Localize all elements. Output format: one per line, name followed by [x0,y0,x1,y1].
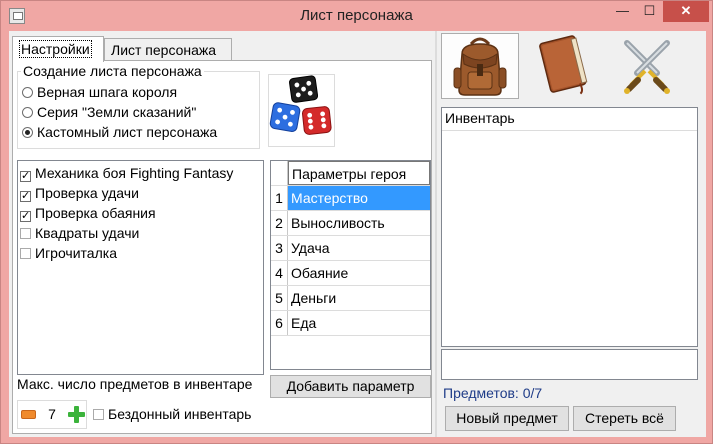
checkbox-box[interactable] [93,409,104,420]
minimize-button[interactable]: — [609,1,636,22]
grid-header-cell[interactable]: Параметры героя [288,161,430,185]
checkbox-label: Проверка обаяния [35,205,156,221]
settings-panel: Создание листа персонажа Верная шпага ко… [12,60,432,434]
tab-character-sheet[interactable]: Лист персонажа [104,38,232,60]
checkbox-box[interactable]: ✓ [20,171,31,182]
combat-tool-button[interactable] [609,33,687,99]
notes-tool-button[interactable] [525,33,603,99]
item-description-field[interactable] [441,349,698,380]
dice-icon [269,75,332,135]
checkbox-box[interactable]: ✓ [20,211,31,222]
param-name-cell[interactable]: Деньги [288,286,430,310]
close-button[interactable]: ✕ [663,1,709,22]
new-item-button[interactable]: Новый предмет [445,406,569,431]
checkbox-luck-squares[interactable]: Квадраты удачи [20,223,139,243]
param-name-cell[interactable]: Удача [288,236,430,260]
tab-character-sheet-label: Лист персонажа [111,42,217,58]
radio-lands-of-legend[interactable]: Серия "Земли сказаний" [22,102,196,122]
checkbox-luck-test[interactable]: ✓ Проверка удачи [20,183,139,203]
max-items-label: Макс. число предметов в инвентаре [17,376,253,392]
checkbox-box[interactable] [20,248,31,259]
radio-label: Серия "Земли сказаний" [37,104,197,120]
table-row[interactable]: 1 Мастерство [271,186,430,211]
table-row[interactable]: 3 Удача [271,236,430,261]
row-number: 6 [271,311,288,335]
checkbox-label: Игрочиталка [35,245,117,261]
table-row[interactable]: 4 Обаяние [271,261,430,286]
radio-circle[interactable] [22,87,33,98]
add-parameter-button[interactable]: Добавить параметр [270,375,431,398]
radio-custom-sheet[interactable]: Кастомный лист персонажа [22,122,217,142]
checkbox-label: Квадраты удачи [35,225,140,241]
max-items-value[interactable]: 7 [40,406,64,422]
radio-circle[interactable] [22,107,33,118]
tab-settings[interactable]: Настройки [12,36,104,62]
creation-group-title: Создание листа персонажа [21,63,204,79]
creation-group: Создание листа персонажа Верная шпага ко… [17,63,260,149]
row-number: 2 [271,211,288,235]
backpack-icon [453,37,507,96]
radio-label: Верная шпага короля [37,84,178,100]
title-bar[interactable]: Лист персонажа — ☐ ✕ [1,1,712,31]
max-items-stepper[interactable]: 7 [17,400,87,429]
radio-label: Кастомный лист персонажа [37,124,218,140]
checkbox-fighting-fantasy[interactable]: ✓ Механика боя Fighting Fantasy [20,163,233,183]
checkbox-bottomless-inventory[interactable]: Бездонный инвентарь [93,406,251,422]
clear-all-button[interactable]: Стереть всё [573,406,676,431]
radio-circle[interactable] [22,127,33,138]
main-window: Лист персонажа — ☐ ✕ Настройки Лист перс… [0,0,713,444]
dice-image [268,74,335,147]
inventory-tool-button[interactable] [441,33,519,99]
param-name-cell[interactable]: Еда [288,311,430,335]
window-title: Лист персонажа [300,7,413,24]
checkbox-box[interactable] [20,228,31,239]
checkbox-gamebook-reader[interactable]: Игрочиталка [20,243,117,263]
param-name-cell[interactable]: Мастерство [288,186,430,210]
param-name-cell[interactable]: Выносливость [288,211,430,235]
table-row[interactable]: 6 Еда [271,311,430,336]
inventory-count: Предметов: 0/7 [443,385,543,401]
row-number: 3 [271,236,288,260]
tab-settings-label: Настройки [19,40,92,58]
inventory-header: Инвентарь [442,108,697,131]
book-icon [539,35,588,95]
checkbox-label: Проверка удачи [35,185,139,201]
row-number: 1 [271,186,288,210]
row-number: 5 [271,286,288,310]
row-number: 4 [271,261,288,285]
left-panel: Настройки Лист персонажа Создание листа … [9,33,435,437]
crossed-swords-icon [624,40,670,94]
hero-params-grid[interactable]: Параметры героя 1 Мастерство 2 Выносливо… [270,160,431,370]
grid-header-row: Параметры героя [271,161,430,186]
right-panel: Инвентарь Предметов: 0/7 Новый предмет С… [437,33,706,437]
table-row[interactable]: 2 Выносливость [271,211,430,236]
minus-icon[interactable] [21,410,36,419]
radio-kings-sword[interactable]: Верная шпага короля [22,82,177,102]
checkbox-label: Механика боя Fighting Fantasy [35,165,234,181]
plus-icon[interactable] [68,406,85,423]
table-row[interactable]: 5 Деньги [271,286,430,311]
checkbox-box[interactable]: ✓ [20,191,31,202]
grid-corner [271,161,288,185]
client-area: Настройки Лист персонажа Создание листа … [9,31,706,437]
inventory-list[interactable]: Инвентарь [441,107,698,347]
checkbox-charm-test[interactable]: ✓ Проверка обаяния [20,203,156,223]
checkbox-label: Бездонный инвентарь [108,406,252,422]
param-name-cell[interactable]: Обаяние [288,261,430,285]
mechanics-checklist[interactable]: ✓ Механика боя Fighting Fantasy ✓ Проверка… [17,160,264,375]
maximize-button[interactable]: ☐ [636,1,663,22]
